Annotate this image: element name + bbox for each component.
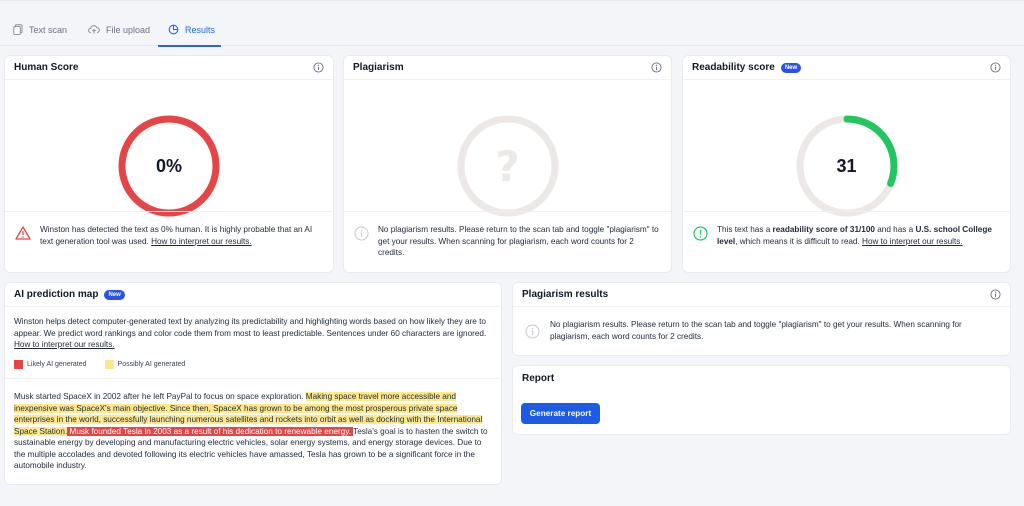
interpret-results-link[interactable]: How to interpret our results. <box>14 340 115 349</box>
message-text: No plagiarism results. Please return to … <box>378 225 659 257</box>
readability-value: 31 <box>836 155 857 176</box>
card-header: Plagiarism results <box>513 283 1010 307</box>
tab-results[interactable]: Results <box>158 11 221 47</box>
card-header: Report <box>513 366 1010 390</box>
human-score-value: 0% <box>155 155 182 176</box>
legend-label: Possibly AI generated <box>117 360 186 368</box>
plagiarism-message: No plagiarism results. Please return to … <box>344 211 671 272</box>
tab-label: File upload <box>106 25 151 35</box>
generate-report-button[interactable]: Generate report <box>521 403 600 424</box>
cloud-upload-icon <box>88 25 100 34</box>
copy-icon <box>13 24 23 35</box>
text-segment: Musk started SpaceX in 2002 after he lef… <box>14 392 306 401</box>
results-icon <box>168 24 179 35</box>
results-tabbar: Text scan File upload Results <box>0 0 1024 47</box>
readability-card: Readability score New 31 This text has a… <box>682 55 1011 273</box>
card-header: Plagiarism <box>344 56 671 80</box>
divider <box>5 378 501 379</box>
card-title: AI prediction map <box>14 289 99 300</box>
msg-part: and has a <box>874 225 916 234</box>
interpret-results-link[interactable]: How to interpret our results. <box>862 237 963 246</box>
highlight-likely-ai: Musk founded Tesla in 2003 as a result o… <box>67 426 354 436</box>
legend-possibly: Possibly AI generated <box>104 359 186 369</box>
plagiarism-results-message: No plagiarism results. Please return to … <box>513 307 1010 342</box>
readability-message: This text has a readability score of 31/… <box>683 211 1010 272</box>
card-title: Report <box>522 372 555 384</box>
alert-circle-icon <box>693 226 708 241</box>
legend-likely: Likely AI generated <box>14 359 87 369</box>
card-title: Plagiarism <box>353 62 404 73</box>
info-icon <box>354 226 369 241</box>
ai-map-description: Winston helps detect computer-generated … <box>14 316 492 351</box>
message-text: This text has a readability score of 31/… <box>717 224 1000 247</box>
tab-text-scan[interactable]: Text scan <box>13 11 67 47</box>
plagiarism-results-card: Plagiarism results No plagiarism results… <box>512 282 1011 356</box>
card-title: Human Score <box>14 62 79 73</box>
tab-label: Text scan <box>29 25 68 35</box>
msg-part: , which means it is difficult to read. <box>735 236 863 246</box>
ai-map-intro: Winston helps detect computer-generated … <box>5 307 501 369</box>
message-text: Winston has detected the text as 0% huma… <box>40 224 323 247</box>
human-score-card: Human Score 0% Winston has detected the … <box>4 55 334 273</box>
ai-map-text: Musk started SpaceX in 2002 after he lef… <box>14 391 492 472</box>
new-badge: New <box>780 62 802 73</box>
analyzed-text: Musk started SpaceX in 2002 after he lef… <box>14 391 492 472</box>
warning-icon <box>15 226 31 240</box>
ai-map-legend: Likely AI generated Possibly AI generate… <box>14 359 492 369</box>
description-text: Winston helps detect computer-generated … <box>14 317 487 338</box>
info-icon <box>525 324 540 339</box>
legend-label: Likely AI generated <box>27 360 87 368</box>
interpret-results-link[interactable]: How to interpret our results. <box>151 237 252 246</box>
readability-score-text: readability score of 31/100 <box>772 225 875 234</box>
human-score-message: Winston has detected the text as 0% huma… <box>5 211 333 272</box>
legend-swatch-red <box>14 359 23 369</box>
info-icon[interactable] <box>990 62 1001 73</box>
ai-prediction-map-card: AI prediction map New Winston helps dete… <box>4 282 502 485</box>
card-title: Plagiarism results <box>522 289 609 300</box>
message-text: No plagiarism results. Please return to … <box>550 320 962 341</box>
card-header: Readability score New <box>683 56 1010 80</box>
info-icon[interactable] <box>990 289 1001 300</box>
info-icon[interactable] <box>651 62 662 73</box>
msg-part: This text has a <box>717 225 773 234</box>
plagiarism-card: Plagiarism ? No plagiarism results. Plea… <box>343 55 672 273</box>
tab-file-upload[interactable]: File upload <box>88 11 150 47</box>
card-header: Human Score <box>5 56 333 80</box>
question-mark: ? <box>495 141 520 191</box>
info-icon[interactable] <box>313 62 324 73</box>
card-title: Readability score <box>692 62 775 73</box>
legend-swatch-yellow <box>104 359 114 369</box>
new-badge: New <box>104 289 125 300</box>
tab-label: Results <box>185 25 216 35</box>
report-card: Report Generate report <box>512 365 1011 435</box>
card-header: AI prediction map New <box>5 283 501 307</box>
